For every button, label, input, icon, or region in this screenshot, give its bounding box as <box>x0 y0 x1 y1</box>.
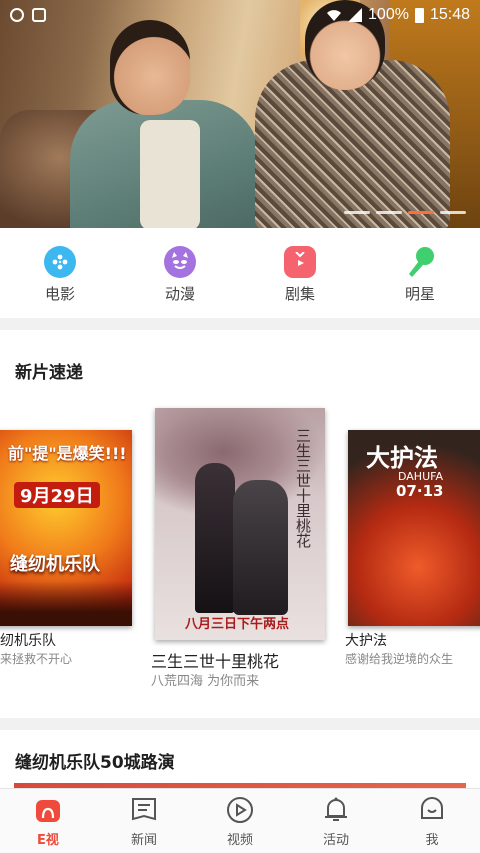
movie-title[interactable]: 纫机乐队 <box>0 630 56 650</box>
category-anime[interactable]: 动漫 <box>120 228 240 318</box>
hero-person-right <box>250 0 450 228</box>
poster-title-art: 三生三世十里桃花 <box>294 428 312 548</box>
bell-icon <box>325 797 347 821</box>
signal-icon <box>348 8 363 22</box>
movie-title[interactable]: 大护法 <box>345 630 387 650</box>
status-bar: 100% 15:48 <box>0 0 480 30</box>
poster-date: 07·13 <box>396 482 444 500</box>
bottom-tab-bar: E视 新闻 视频 活动 我 <box>0 788 480 853</box>
category-row: 电影 动漫 剧集 明星 <box>0 228 480 318</box>
profile-icon <box>421 797 443 819</box>
battery-percent: 100% <box>368 6 409 23</box>
microphone-icon <box>404 246 436 278</box>
poster-date: 9月29日 <box>14 482 100 508</box>
category-series[interactable]: 剧集 <box>240 228 360 318</box>
poster-title-art: 大护法 <box>366 444 438 472</box>
tab-label: E视 <box>37 833 59 848</box>
category-label: 电影 <box>44 285 75 303</box>
section-title-new-releases: 新片速递 <box>15 363 83 383</box>
tab-label: 新闻 <box>130 833 157 848</box>
section-divider <box>0 718 480 730</box>
poster-date: 八月三日下午两点 <box>185 617 290 632</box>
section-title-roadshow: 缝纫机乐队50城路演 <box>15 753 175 773</box>
new-releases-carousel[interactable]: 前"提"是爆笑!!! 9月29日 缝纫机乐队 三生三世十里桃花 八月三日下午两点… <box>0 400 480 700</box>
tab-home[interactable]: E视 <box>0 789 96 853</box>
wifi-icon <box>327 10 342 21</box>
battery-icon <box>414 7 424 23</box>
category-label: 动漫 <box>164 285 195 303</box>
home-icon <box>36 800 60 822</box>
tv-icon <box>284 246 316 278</box>
poster-figure <box>195 463 235 613</box>
carousel-dot <box>344 211 370 214</box>
category-label: 剧集 <box>284 285 315 303</box>
movie-title[interactable]: 三生三世十里桃花 <box>151 648 279 672</box>
anime-devil-icon <box>164 246 196 278</box>
poster-dahufa[interactable]: 大护法 DAHUFA 07·13 <box>348 430 480 626</box>
tab-activity[interactable]: 活动 <box>288 789 384 853</box>
carousel-dot <box>440 211 466 214</box>
tab-news[interactable]: 新闻 <box>96 789 192 853</box>
hero-person-left <box>70 20 260 228</box>
tab-label: 活动 <box>322 833 349 848</box>
carousel-dot <box>376 211 402 214</box>
sync-icon <box>10 8 24 22</box>
hero-banner[interactable] <box>0 0 480 228</box>
clock: 15:48 <box>429 6 470 23</box>
poster-text: 前"提"是爆笑!!! <box>8 444 127 463</box>
carousel-indicator <box>344 211 466 214</box>
movie-subtitle: 来拯救不开心 <box>0 652 73 666</box>
tab-label: 我 <box>425 833 439 848</box>
section-divider <box>0 318 480 330</box>
tab-label: 视频 <box>226 833 253 848</box>
poster-title-art: 缝纫机乐队 <box>10 554 100 575</box>
category-label: 明星 <box>404 285 435 303</box>
movie-subtitle: 感谢给我逆境的众生 <box>345 652 454 666</box>
category-movie[interactable]: 电影 <box>0 228 120 318</box>
clipboard-icon <box>32 8 46 22</box>
news-icon <box>132 798 156 821</box>
poster-eternal-love[interactable]: 三生三世十里桃花 八月三日下午两点 <box>155 408 325 640</box>
tab-video[interactable]: 视频 <box>192 789 288 853</box>
movie-subtitle: 八荒四海 为你而来 <box>151 674 260 689</box>
film-reel-icon <box>44 246 76 278</box>
video-play-icon <box>227 797 253 823</box>
poster-figure <box>233 480 288 615</box>
tab-profile[interactable]: 我 <box>384 789 480 853</box>
carousel-dot-active <box>408 211 434 214</box>
category-star[interactable]: 明星 <box>360 228 480 318</box>
poster-sewing-machine-band[interactable]: 前"提"是爆笑!!! 9月29日 缝纫机乐队 <box>0 430 132 626</box>
